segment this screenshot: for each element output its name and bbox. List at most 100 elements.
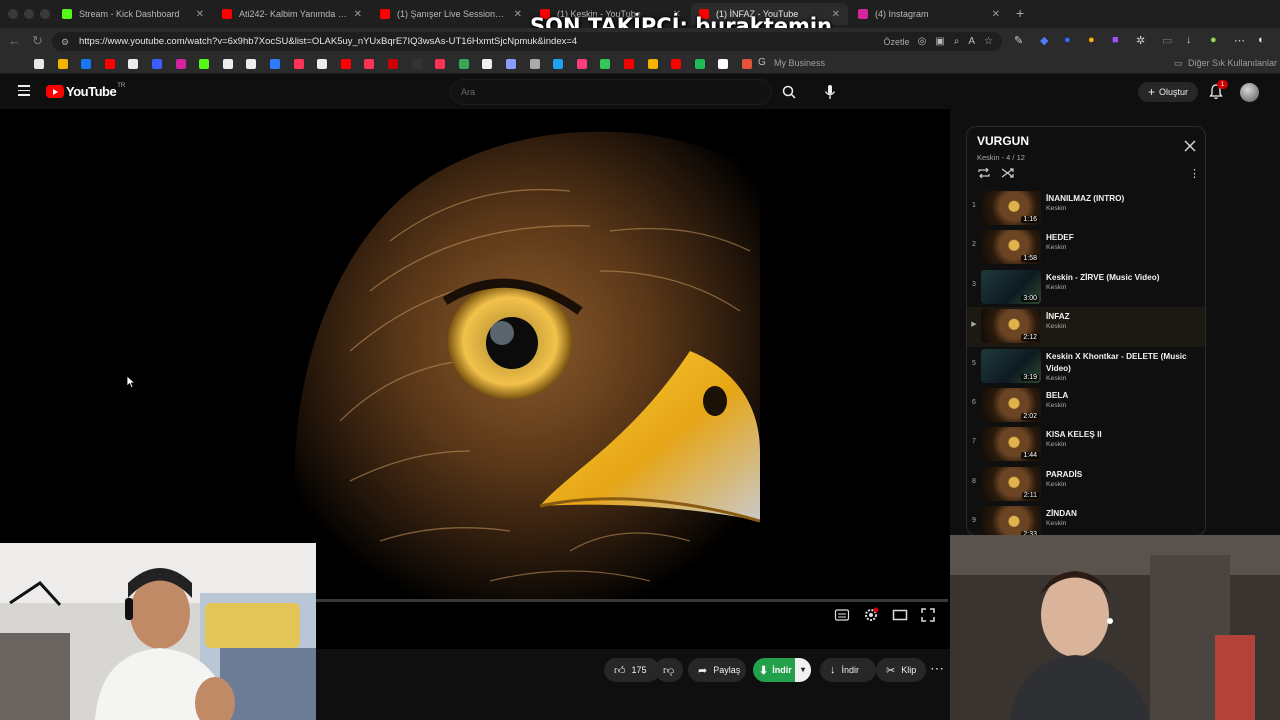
close-icon[interactable] bbox=[1183, 139, 1197, 153]
other-bookmarks[interactable]: Diğer Sık Kullanılanlar bbox=[1188, 58, 1277, 68]
notifications-button[interactable]: 1 bbox=[1208, 80, 1228, 101]
favorite-star-icon[interactable]: ☆ bbox=[984, 36, 993, 47]
bookmark-favicon-icon[interactable] bbox=[270, 59, 280, 69]
extension-icon[interactable]: ● bbox=[1064, 34, 1071, 46]
playlist-menu-icon[interactable]: ⋮ bbox=[1189, 167, 1200, 180]
video-progress-bar[interactable] bbox=[316, 599, 948, 602]
download-button[interactable]: ↓ İndir bbox=[820, 658, 876, 682]
tab-close-icon[interactable]: ✕ bbox=[354, 9, 362, 20]
playlist-item-title[interactable]: ZİNDAN bbox=[1046, 508, 1196, 520]
downloads-icon[interactable]: ↓ bbox=[1186, 34, 1192, 46]
window-close-dot[interactable] bbox=[8, 9, 18, 19]
more-actions-icon[interactable]: ⋯ bbox=[930, 660, 944, 677]
playlist-item-title[interactable]: PARADİS bbox=[1046, 469, 1196, 481]
new-tab-button[interactable]: + bbox=[1016, 5, 1024, 21]
playlist-item[interactable]: 8 2:11 PARADİS Keskin bbox=[967, 465, 1205, 504]
tab-close-icon[interactable]: ✕ bbox=[992, 9, 1000, 20]
browser-tab[interactable]: (1) Şanışer Live Sessions - Çan... ✕ bbox=[372, 3, 530, 25]
bookmark-favicon-icon[interactable] bbox=[152, 59, 162, 69]
bookmark-favicon-icon[interactable] bbox=[600, 59, 611, 69]
reload-icon[interactable]: ↻ bbox=[32, 33, 43, 49]
dislike-button[interactable]: 👎︎ bbox=[655, 658, 683, 682]
bookmark-favicon-icon[interactable] bbox=[222, 59, 233, 69]
browser-tab[interactable]: Ati242- Kalbim Yanımda (Offici... ✕ bbox=[214, 3, 370, 25]
playlist-item-title[interactable]: İNANILMAZ (INTRO) bbox=[1046, 193, 1196, 205]
tab-close-icon[interactable]: ✕ bbox=[832, 9, 840, 20]
microphone-icon[interactable] bbox=[818, 80, 842, 104]
playlist-item-title[interactable]: İNFAZ bbox=[1046, 311, 1196, 323]
hamburger-menu-icon[interactable] bbox=[18, 85, 30, 96]
playlist-item-title[interactable]: HEDEF bbox=[1046, 232, 1196, 244]
playlist-item-title[interactable]: Keskin X Khontkar - DELETE (Music Video) bbox=[1046, 351, 1196, 375]
bookmark-favicon-icon[interactable] bbox=[529, 59, 540, 69]
tab-close-icon[interactable]: ✕ bbox=[514, 9, 522, 20]
search-input[interactable]: Ara bbox=[450, 79, 772, 105]
bookmark-favicon-icon[interactable] bbox=[624, 59, 634, 69]
bookmark-favicon-icon[interactable] bbox=[742, 59, 752, 69]
download-extension-button[interactable]: ⬇ İndir ▾ bbox=[753, 658, 811, 682]
url-field[interactable]: ⚙ https://www.youtube.com/watch?v=6x9hb7… bbox=[52, 32, 1002, 51]
pen-extension-icon[interactable]: ✎ bbox=[1014, 34, 1023, 47]
fullscreen-icon[interactable] bbox=[920, 607, 936, 623]
clip-button[interactable]: ✂ Klip bbox=[876, 658, 926, 682]
subtitles-icon[interactable] bbox=[834, 607, 850, 623]
playlist-item-title[interactable]: BELA bbox=[1046, 390, 1196, 402]
bookmark-favicon-icon[interactable] bbox=[57, 59, 68, 69]
bookmark-favicon-icon[interactable] bbox=[293, 59, 304, 69]
google-bookmark-icon[interactable]: G bbox=[758, 57, 766, 68]
playlist-item[interactable]: 1 1:16 İNANILMAZ (INTRO) Keskin bbox=[967, 189, 1205, 228]
bookmark-favicon-icon[interactable] bbox=[340, 59, 351, 69]
theater-mode-icon[interactable] bbox=[892, 607, 908, 623]
copilot-sidebar-icon[interactable]: ◐ bbox=[1258, 34, 1265, 46]
back-arrow-icon[interactable]: ← bbox=[8, 33, 21, 48]
playlist-item[interactable]: 2 1:58 HEDEF Keskin bbox=[967, 228, 1205, 267]
bookmark-favicon-icon[interactable] bbox=[175, 59, 186, 69]
bookmark-favicon-icon[interactable] bbox=[435, 59, 446, 69]
playlist-item-title[interactable]: Keskin - ZİRVE (Music Video) bbox=[1046, 272, 1196, 284]
summarize-label[interactable]: Özetle bbox=[884, 37, 910, 47]
playlist-item[interactable]: ▶ 2:12 İNFAZ Keskin bbox=[967, 307, 1205, 347]
share-button[interactable]: ➦ Paylaş bbox=[688, 658, 746, 682]
bookmark-favicon-icon[interactable] bbox=[81, 59, 92, 69]
settings-gear-icon[interactable] bbox=[863, 607, 879, 623]
shuffle-icon[interactable] bbox=[1001, 167, 1015, 179]
bookmark-favicon-icon[interactable] bbox=[482, 59, 493, 69]
browser-tab[interactable]: (4) Instagram ✕ bbox=[850, 3, 1008, 25]
bookmark-my-business[interactable]: My Business bbox=[774, 58, 825, 68]
extension-icon[interactable]: ■ bbox=[1112, 34, 1119, 46]
bookmark-favicon-icon[interactable] bbox=[506, 59, 516, 69]
bookmark-favicon-icon[interactable] bbox=[199, 59, 210, 69]
bookmark-favicon-icon[interactable] bbox=[34, 59, 44, 69]
bookmark-favicon-icon[interactable] bbox=[317, 59, 328, 69]
playlist-title[interactable]: VURGUN bbox=[977, 134, 1029, 148]
tab-close-icon[interactable]: ✕ bbox=[196, 9, 204, 20]
bookmark-favicon-icon[interactable] bbox=[647, 59, 658, 69]
bookmark-favicon-icon[interactable] bbox=[246, 59, 257, 69]
loop-icon[interactable] bbox=[977, 167, 991, 179]
playlist-item-title[interactable]: KISA KELEŞ II bbox=[1046, 429, 1196, 441]
account-avatar[interactable] bbox=[1240, 83, 1259, 102]
window-zoom-dot[interactable] bbox=[40, 9, 50, 19]
bookmark-favicon-icon[interactable] bbox=[694, 59, 705, 69]
youtube-logo[interactable]: YouTube TR bbox=[46, 83, 125, 99]
bookmark-favicon-icon[interactable] bbox=[671, 59, 682, 69]
bookmark-favicon-icon[interactable] bbox=[128, 59, 139, 69]
extensions-puzzle-icon[interactable]: ✲ bbox=[1136, 34, 1145, 47]
bookmark-favicon-icon[interactable] bbox=[718, 59, 729, 69]
playlist-item[interactable]: 7 1:44 KISA KELEŞ II Keskin bbox=[967, 425, 1205, 464]
bookmark-favicon-icon[interactable] bbox=[104, 59, 115, 69]
playlist-item[interactable]: 6 2:02 BELA Keskin bbox=[967, 386, 1205, 425]
bookmark-favicon-icon[interactable] bbox=[553, 59, 564, 69]
bookmark-favicon-icon[interactable] bbox=[364, 59, 375, 69]
window-minimize-dot[interactable] bbox=[24, 9, 34, 19]
playlist-item[interactable]: 3 3:00 Keskin - ZİRVE (Music Video) Keskin bbox=[967, 268, 1205, 307]
search-icon[interactable] bbox=[778, 81, 800, 103]
playlist-item[interactable]: 9 2:33 ZİNDAN Keskin bbox=[967, 504, 1205, 535]
create-button[interactable]: + Oluştur bbox=[1138, 82, 1198, 102]
chevron-down-icon[interactable]: ▾ bbox=[795, 658, 811, 682]
copilot-icon[interactable]: ◎ bbox=[918, 36, 927, 47]
split-view-icon[interactable]: ▣ bbox=[935, 36, 944, 47]
zoom-icon[interactable]: ⌕ bbox=[954, 36, 960, 47]
profile-icon[interactable]: ● bbox=[1210, 34, 1217, 46]
sidebar-toggle-icon[interactable]: ▭ bbox=[1162, 34, 1172, 47]
